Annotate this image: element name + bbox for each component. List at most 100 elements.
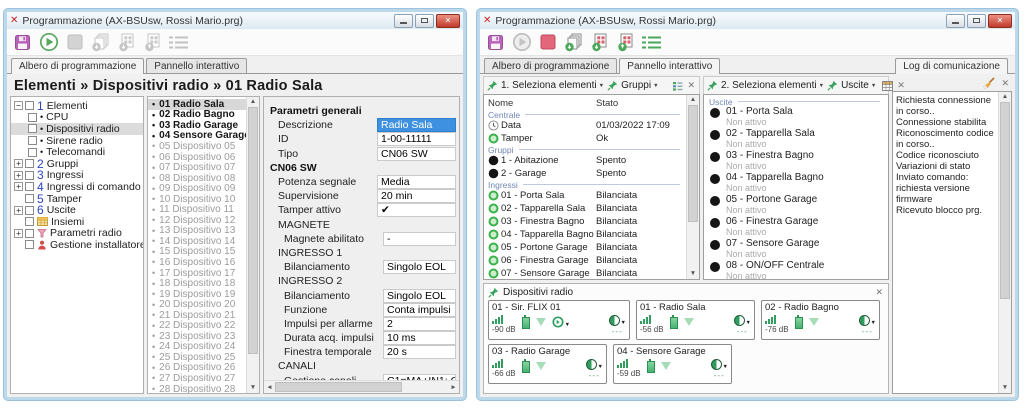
tree-item-ingressi[interactable]: +3Ingressi bbox=[11, 170, 143, 182]
titlebar[interactable]: ✕ Programmazione (AX-BSUsw, Rossi Mario.… bbox=[480, 12, 1015, 29]
tree-item-tamper[interactable]: 5Tamper bbox=[11, 193, 143, 205]
tab-log-di-comunicazione[interactable]: Log di comunicazione bbox=[895, 58, 1008, 74]
device-list-item[interactable]: •09 Dispositivo 09 bbox=[148, 183, 246, 194]
param-value-field[interactable]: Singolo EOL bbox=[383, 260, 456, 274]
param-value-field[interactable]: 2 bbox=[383, 317, 456, 331]
param-value-field[interactable]: 1-00-11111 bbox=[377, 132, 456, 146]
read-prg-button[interactable] bbox=[588, 31, 611, 54]
checkbox[interactable] bbox=[25, 101, 34, 110]
scroll-up-icon[interactable]: ▲ bbox=[687, 95, 699, 105]
device-list-item[interactable]: •23 Dispositivo 23 bbox=[148, 331, 246, 342]
output-item[interactable]: 06 - Finestra GarageNon attivo bbox=[709, 216, 886, 238]
read-all-button[interactable] bbox=[562, 31, 585, 54]
status-row[interactable]: 07 - Sensore GarageBilanciata bbox=[488, 267, 686, 279]
event-list-button[interactable] bbox=[640, 31, 663, 54]
output-toggle-icon[interactable] bbox=[734, 315, 745, 326]
device-list-item[interactable]: •13 Dispositivo 13 bbox=[148, 226, 246, 237]
status-row[interactable]: 06 - Finestra GarageBilanciata bbox=[488, 254, 686, 267]
device-list-item[interactable]: •14 Dispositivo 14 bbox=[148, 236, 246, 247]
tab-albero-di-programmazione[interactable]: Albero di programmazione bbox=[484, 58, 617, 73]
param-value-field[interactable]: 20 s bbox=[383, 345, 456, 359]
tree-item-uscite[interactable]: +6Uscite bbox=[11, 204, 143, 216]
output-state-icon[interactable] bbox=[710, 218, 720, 228]
param-value-field[interactable]: 10 ms bbox=[383, 331, 456, 345]
scroll-left-icon[interactable]: ◄ bbox=[264, 384, 275, 391]
close-button[interactable]: ✕ bbox=[436, 14, 460, 28]
checkbox[interactable] bbox=[25, 182, 34, 191]
status-row[interactable]: 02 - Tapparella SalaBilanciata bbox=[488, 202, 686, 215]
status-row[interactable]: 04 - Tapparella BagnoBilanciata bbox=[488, 228, 686, 241]
checkbox[interactable] bbox=[28, 113, 37, 122]
minimize-button[interactable] bbox=[946, 14, 965, 28]
device-list-item[interactable]: •24 Dispositivo 24 bbox=[148, 342, 246, 353]
output-state-icon[interactable] bbox=[710, 108, 720, 118]
chevron-down-icon[interactable]: ▼ bbox=[723, 364, 728, 370]
clear-log-icon[interactable] bbox=[982, 77, 995, 90]
output-state-icon[interactable] bbox=[710, 130, 720, 140]
device-list-item[interactable]: •25 Dispositivo 25 bbox=[148, 352, 246, 363]
device-list-item[interactable]: •28 Dispositivo 28 bbox=[148, 384, 246, 393]
minimize-button[interactable] bbox=[394, 14, 413, 28]
checkbox[interactable] bbox=[25, 206, 34, 215]
tab-pannello-interattivo[interactable]: Pannello interattivo bbox=[619, 58, 720, 74]
checkbox[interactable] bbox=[28, 136, 37, 145]
scroll-down-icon[interactable]: ▼ bbox=[687, 269, 699, 279]
device-list-item[interactable]: •21 Dispositivo 21 bbox=[148, 310, 246, 321]
write-prg-button[interactable] bbox=[614, 31, 637, 54]
checkbox[interactable] bbox=[25, 159, 34, 168]
tree-item-ingressi-di-comando[interactable]: +4Ingressi di comando bbox=[11, 181, 143, 193]
status-row[interactable]: 2 - GarageSpento bbox=[488, 167, 686, 180]
save-button[interactable] bbox=[484, 31, 507, 54]
checkbox[interactable] bbox=[25, 240, 34, 249]
output-toggle-icon[interactable] bbox=[859, 315, 870, 326]
column-stato[interactable]: Stato bbox=[596, 98, 686, 109]
device-list-item[interactable]: •02 Radio Bagno bbox=[148, 110, 246, 121]
status-row[interactable]: 1 - AbitazioneSpento bbox=[488, 154, 686, 167]
device-list-item[interactable]: •11 Dispositivo 11 bbox=[148, 204, 246, 215]
param-value-field[interactable]: Radio Sala bbox=[377, 118, 456, 132]
output-item[interactable]: 01 - Porta SalaNon attivo bbox=[709, 106, 886, 128]
tree-item-sirene-radio[interactable]: •Sirene radio bbox=[11, 135, 143, 147]
output-item[interactable]: 02 - Tapparella SalaNon attivo bbox=[709, 128, 886, 150]
tree-item-telecomandi[interactable]: •Telecomandi bbox=[11, 146, 143, 158]
device-list-item[interactable]: •18 Dispositivo 18 bbox=[148, 278, 246, 289]
expand-icon[interactable]: + bbox=[14, 229, 23, 238]
param-value-field[interactable]: 20 min bbox=[377, 189, 456, 203]
scroll-thumb[interactable] bbox=[248, 107, 258, 354]
device-list-item[interactable]: •01 Radio Sala bbox=[148, 99, 246, 110]
output-item[interactable]: 08 - ON/OFF CentraleNon attivo bbox=[709, 260, 886, 279]
scroll-thumb[interactable] bbox=[688, 105, 698, 222]
tab-pannello-interattivo[interactable]: Pannello interattivo bbox=[146, 58, 247, 73]
parameters-hscrollbar[interactable]: ◄ ► bbox=[264, 380, 459, 393]
status-row[interactable]: 05 - Portone GarageBilanciata bbox=[488, 241, 686, 254]
log-close-icon[interactable]: ✕ bbox=[1000, 78, 1010, 89]
output-state-icon[interactable] bbox=[710, 196, 720, 206]
maximize-button[interactable] bbox=[415, 14, 434, 28]
device-list-item[interactable]: •10 Dispositivo 10 bbox=[148, 194, 246, 205]
panel1-selector-dropdown[interactable]: 1. Seleziona elementi▼ bbox=[501, 80, 604, 91]
log-scrollbar[interactable]: ▲ ▼ bbox=[998, 92, 1011, 393]
scroll-down-icon[interactable]: ▼ bbox=[999, 383, 1011, 393]
output-state-icon[interactable] bbox=[710, 240, 720, 250]
param-value-field[interactable]: Media bbox=[377, 175, 456, 189]
expand-icon[interactable]: + bbox=[14, 182, 23, 191]
device-list-item[interactable]: •22 Dispositivo 22 bbox=[148, 320, 246, 331]
output-state-icon[interactable] bbox=[710, 174, 720, 184]
param-value-field[interactable]: - bbox=[383, 232, 456, 246]
checkbox[interactable] bbox=[25, 171, 34, 180]
device-list-item[interactable]: •20 Dispositivo 20 bbox=[148, 299, 246, 310]
scroll-thumb[interactable] bbox=[275, 382, 402, 392]
panel1-filter-dropdown[interactable]: Gruppi▼ bbox=[621, 80, 658, 91]
stop-button[interactable] bbox=[63, 31, 86, 54]
device-list-item[interactable]: •03 Radio Garage bbox=[148, 120, 246, 131]
chevron-down-icon[interactable]: ▼ bbox=[746, 320, 751, 326]
read-prg-button[interactable] bbox=[115, 31, 138, 54]
titlebar[interactable]: ✕ Programmazione (AX-BSUsw, Rossi Mario.… bbox=[7, 12, 463, 29]
status-row[interactable]: TamperOk bbox=[488, 132, 686, 145]
device-list-item[interactable]: •19 Dispositivo 19 bbox=[148, 289, 246, 300]
tree-item-gestione-installatore[interactable]: Gestione installatore bbox=[11, 239, 143, 251]
status-row[interactable]: Data01/03/2022 17:09 bbox=[488, 119, 686, 132]
expand-icon[interactable]: + bbox=[14, 159, 23, 168]
device-list-item[interactable]: •07 Dispositivo 07 bbox=[148, 162, 246, 173]
tree-item-parametri-radio[interactable]: +Parametri radio bbox=[11, 228, 143, 240]
